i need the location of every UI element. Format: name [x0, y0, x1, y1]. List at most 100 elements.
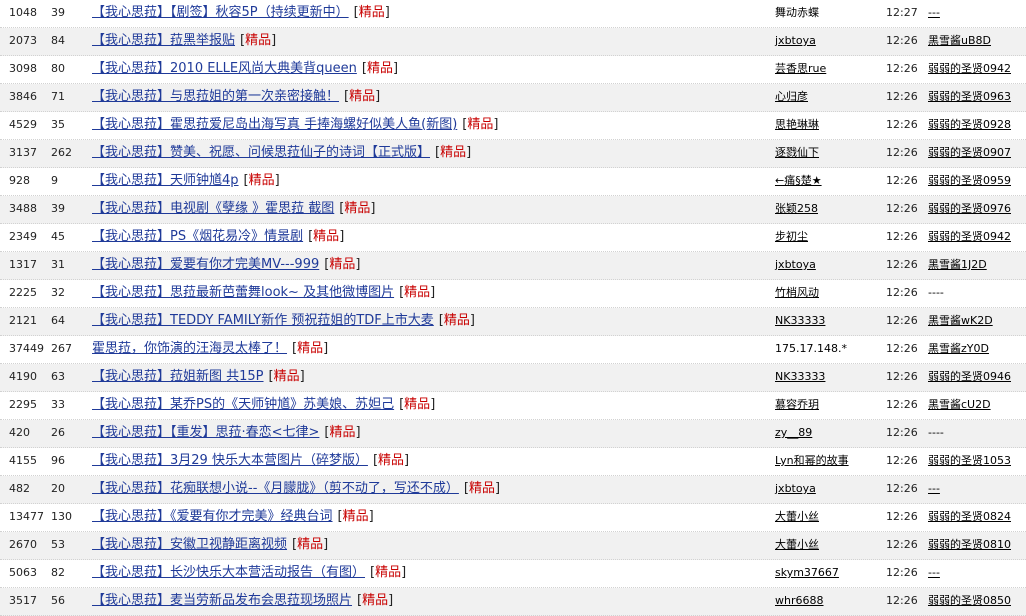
thread-title-link[interactable]: 【我心思菈】爱要有你才完美MV---999	[92, 257, 319, 272]
author-name[interactable]: skym37667	[775, 560, 839, 587]
quality-tag-label: 精品	[349, 89, 376, 104]
thread-title-link[interactable]: 【我心思菈】PS《烟花易冷》情景剧	[92, 229, 303, 244]
author-name[interactable]: 慕容乔玥	[775, 392, 819, 419]
last-reply-time: 12:26	[886, 370, 918, 383]
author-name[interactable]: 思艳琳琳	[775, 112, 819, 139]
last-reply-user[interactable]: ----	[928, 420, 944, 447]
quality-tag-label: 精品	[329, 425, 356, 440]
author-name[interactable]: jxbtoya	[775, 476, 816, 503]
reply-count: 45	[51, 230, 65, 243]
last-reply-user[interactable]: 黑雪酱1J2D	[928, 252, 987, 279]
author-name[interactable]: 竹梢风动	[775, 280, 819, 307]
reply-count: 26	[51, 426, 65, 439]
last-reply-user[interactable]: 弱弱的圣贤0907	[928, 140, 1011, 167]
thread-title-link[interactable]: 【我心思菈】菈黑举报贴	[92, 33, 235, 48]
last-reply-user[interactable]: 弱弱的圣贤0946	[928, 364, 1011, 391]
last-reply-user[interactable]: ----	[928, 280, 944, 307]
last-reply-user[interactable]: 黑雪酱uB8D	[928, 28, 991, 55]
thread-row: 5063 82 【我心思菈】长沙快乐大本营活动报告（有图） [精品] skym37…	[0, 560, 1026, 588]
last-reply-user[interactable]: 弱弱的圣贤1053	[928, 448, 1011, 475]
author-name[interactable]: NK33333	[775, 364, 825, 391]
thread-title-link[interactable]: 【我心思菈】霍思菈爱尼岛出海写真 手捧海螺好似美人鱼(新图)	[92, 117, 457, 132]
thread-title-link[interactable]: 【我心思菈】【剧签】秋容5P（持续更新中）	[92, 5, 349, 20]
quality-tag: [精品]	[361, 61, 399, 76]
author-name[interactable]: Lyn和幂的故事	[775, 448, 849, 475]
quality-tag-label: 精品	[467, 117, 494, 132]
thread-title-link[interactable]: 【我心思菈】赞美、祝愿、问候思菈仙子的诗词【正式版】	[92, 145, 430, 160]
thread-title-cell: 【我心思菈】菈姐新图 共15P [精品]	[92, 364, 305, 391]
thread-title-cell: 【我心思菈】某乔PS的《天师钟馗》苏美娘、苏妲己 [精品]	[92, 392, 435, 419]
reply-count: 32	[51, 286, 65, 299]
author-name[interactable]: whr6688	[775, 588, 824, 615]
last-reply-user[interactable]: 弱弱的圣贤0810	[928, 532, 1011, 559]
author-name[interactable]: 175.17.148.*	[775, 336, 847, 363]
reply-count: 63	[51, 370, 65, 383]
thread-title-link[interactable]: 【我心思菈】与思菈姐的第一次亲密接触！	[92, 89, 339, 104]
thread-row: 4529 35 【我心思菈】霍思菈爱尼岛出海写真 手捧海螺好似美人鱼(新图) [精…	[0, 112, 1026, 140]
author-name[interactable]: 心归彦	[775, 84, 808, 111]
thread-title-link[interactable]: 【我心思菈】TEDDY FAMILY新作 预祝菈姐的TDF上市大麦	[92, 313, 434, 328]
thread-row: 2670 53 【我心思菈】安徽卫视静距离视频 [精品] 大蕾小丝 12:26 弱…	[0, 532, 1026, 560]
last-reply-user[interactable]: 黑雪酱wK2D	[928, 308, 993, 335]
last-reply-user[interactable]: 弱弱的圣贤0942	[928, 56, 1011, 83]
quality-tag-label: 精品	[375, 565, 402, 580]
thread-title-link[interactable]: 【我心思菈】2010 ELLE风尚大典美背queen	[92, 61, 357, 76]
thread-title-link[interactable]: 【我心思菈】长沙快乐大本营活动报告（有图）	[92, 565, 365, 580]
thread-title-link[interactable]: 【我心思菈】麦当劳新品发布会思菈现场照片	[92, 593, 352, 608]
last-reply-user[interactable]: 弱弱的圣贤0850	[928, 588, 1011, 615]
thread-title-cell: 【我心思菈】花痴联想小说--《月朦胧》（剪不动了，写还不成） [精品]	[92, 476, 500, 503]
thread-title-link[interactable]: 【我心思菈】3月29 快乐大本营图片（碎梦版）	[92, 453, 368, 468]
last-reply-user[interactable]: ---	[928, 476, 940, 503]
thread-title-link[interactable]: 【我心思菈】某乔PS的《天师钟馗》苏美娘、苏妲己	[92, 397, 394, 412]
last-reply-user[interactable]: 弱弱的圣贤0959	[928, 168, 1011, 195]
author-name[interactable]: 舞动赤蝶	[775, 0, 819, 27]
last-reply-user[interactable]: 弱弱的圣贤0928	[928, 112, 1011, 139]
quality-tag-label: 精品	[468, 481, 495, 496]
last-reply-user[interactable]: 弱弱的圣贤0824	[928, 504, 1011, 531]
quality-tag: [精品]	[240, 33, 277, 48]
reply-count: 82	[51, 566, 65, 579]
author-name[interactable]: 大蕾小丝	[775, 504, 819, 531]
thread-title-link[interactable]: 【我心思菈】思菈最新芭蕾舞look~ 及其他微博图片	[92, 285, 394, 300]
author-name[interactable]: NK33333	[775, 308, 825, 335]
thread-title-link[interactable]: 【我心思菈】菈姐新图 共15P	[92, 369, 264, 384]
author-name[interactable]: 逐戮仙下	[775, 140, 819, 167]
author-name[interactable]: zy__89	[775, 420, 812, 447]
last-reply-time: 12:26	[886, 230, 918, 243]
last-reply-user[interactable]: 弱弱的圣贤0976	[928, 196, 1011, 223]
thread-title-link[interactable]: 【我心思菈】【重发】思菈·春恋<七律>	[92, 425, 319, 440]
quality-tag-label: 精品	[273, 369, 300, 384]
author-name[interactable]: ←痛§楚★	[775, 168, 822, 195]
quality-tag: [精品]	[372, 453, 410, 468]
last-reply-user[interactable]: 弱弱的圣贤0942	[928, 224, 1011, 251]
view-count: 3137	[9, 146, 37, 159]
thread-title-link[interactable]: 【我心思菈】安徽卫视静距离视频	[92, 537, 287, 552]
last-reply-user[interactable]: 弱弱的圣贤0963	[928, 84, 1011, 111]
author-name[interactable]: jxbtoya	[775, 28, 816, 55]
author-name[interactable]: 大蕾小丝	[775, 532, 819, 559]
last-reply-user[interactable]: ---	[928, 0, 940, 27]
last-reply-user[interactable]: 黑雪酱zY0D	[928, 336, 989, 363]
last-reply-user[interactable]: 黑雪酱cU2D	[928, 392, 991, 419]
quality-tag: [精品]	[370, 565, 407, 580]
author-name[interactable]: 芸香思rue	[775, 56, 826, 83]
thread-title-cell: 【我心思菈】与思菈姐的第一次亲密接触！ [精品]	[92, 84, 380, 111]
reply-count: 56	[51, 594, 65, 607]
view-count: 3846	[9, 90, 37, 103]
last-reply-user[interactable]: ---	[928, 560, 940, 587]
quality-tag: [精品]	[344, 89, 381, 104]
last-reply-time: 12:26	[886, 90, 918, 103]
author-name[interactable]: jxbtoya	[775, 252, 816, 279]
thread-title-link[interactable]: 【我心思菈】《爱要有你才完美》经典台词	[92, 509, 333, 524]
reply-count: 39	[51, 202, 65, 215]
thread-title-link[interactable]: 【我心思菈】电视剧《孽缘 》霍思菈 截图	[92, 201, 334, 216]
author-name[interactable]: 张颖258	[775, 196, 818, 223]
author-name[interactable]: 步初尘	[775, 224, 808, 251]
last-reply-time: 12:26	[886, 146, 918, 159]
thread-row: 37449 267 霍思菈，你饰演的汪海灵太棒了！ [精品] 175.17.148…	[0, 336, 1026, 364]
view-count: 3098	[9, 62, 37, 75]
thread-title-link[interactable]: 霍思菈，你饰演的汪海灵太棒了！	[92, 341, 287, 356]
thread-title-link[interactable]: 【我心思菈】天师钟馗4p	[92, 173, 239, 188]
thread-title-link[interactable]: 【我心思菈】花痴联想小说--《月朦胧》（剪不动了，写还不成）	[92, 481, 459, 496]
reply-count: 96	[51, 454, 65, 467]
